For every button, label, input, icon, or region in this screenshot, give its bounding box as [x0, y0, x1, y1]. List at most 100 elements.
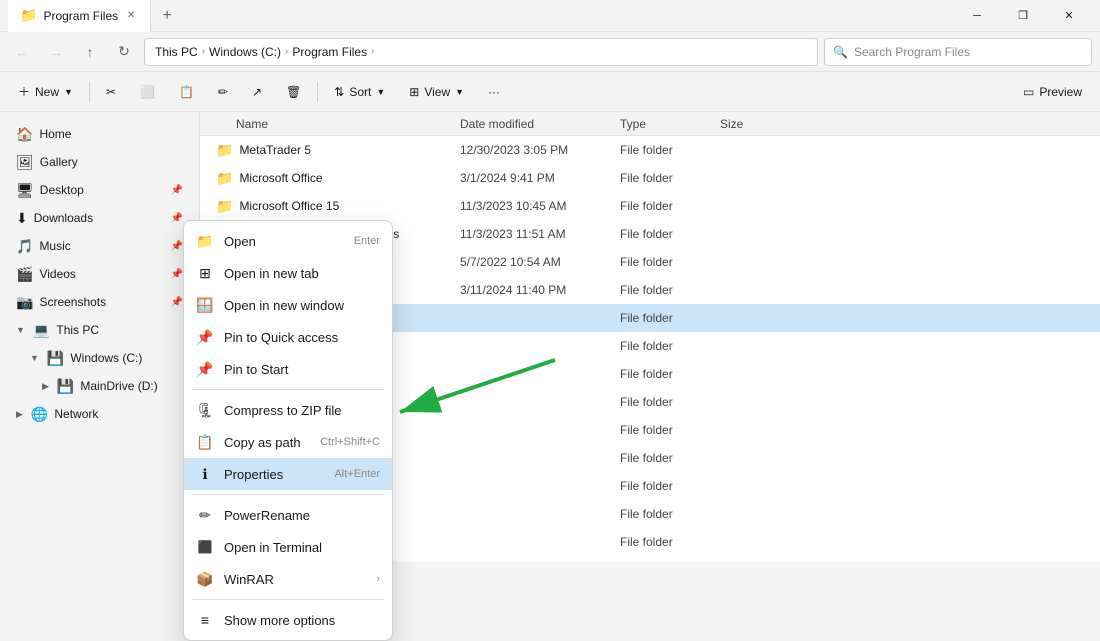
toolbar: ＋ New ▼ ✂ ⬜ 📋 ✏ ↗ 🗑 ⇅ Sort ▼ ⊞ View ▼ ··… — [0, 72, 1100, 112]
tab-close-button[interactable]: ✕ — [124, 9, 138, 23]
rename-button[interactable]: ✏ — [208, 77, 238, 107]
ctx-properties[interactable]: ℹ Properties Alt+Enter — [184, 458, 392, 490]
winrar-icon: 📦 — [196, 570, 214, 588]
new-icon: ＋ — [18, 83, 30, 100]
compress-icon: 🗜 — [196, 401, 214, 419]
ctx-winrar[interactable]: 📦 WinRAR › — [184, 563, 392, 595]
breadcrumb-this-pc[interactable]: This PC — [155, 45, 198, 59]
sidebar-item-downloads[interactable]: ⬇ Downloads 📌 — [4, 204, 195, 232]
pin-start-icon: 📌 — [196, 360, 214, 378]
delete-button[interactable]: 🗑 — [276, 77, 311, 107]
more-button[interactable]: ··· — [478, 77, 510, 107]
paste-button[interactable]: 📋 — [169, 77, 204, 107]
ctx-show-more-label: Show more options — [224, 613, 380, 628]
ctx-show-more[interactable]: ≡ Show more options — [184, 604, 392, 636]
breadcrumb-windows-c[interactable]: Windows (C:) — [209, 45, 281, 59]
ctx-open-new-tab[interactable]: ⊞ Open in new tab — [184, 257, 392, 289]
sidebar-item-maindrive[interactable]: ▶ 💾 MainDrive (D:) — [4, 372, 195, 400]
copy-button[interactable]: ⬜ — [130, 77, 165, 107]
search-placeholder: Search Program Files — [854, 45, 970, 59]
maindrive-icon: 💾 — [57, 378, 74, 395]
breadcrumb-sep-3: › — [371, 46, 374, 57]
sidebar-item-videos[interactable]: 🎬 Videos 📌 — [4, 260, 195, 288]
open-new-window-icon: 🪟 — [196, 296, 214, 314]
column-name[interactable]: Name — [200, 117, 460, 131]
close-button[interactable]: ✕ — [1046, 0, 1092, 32]
maximize-button[interactable]: ❐ — [1000, 0, 1046, 32]
view-button[interactable]: ⊞ View ▼ — [399, 77, 474, 107]
preview-icon: ▭ — [1023, 85, 1034, 99]
ctx-sep-3 — [192, 599, 384, 600]
table-row[interactable]: 📁Microsoft Office 15 11/3/2023 10:45 AM … — [200, 192, 1100, 220]
ctx-pin-quick-label: Pin to Quick access — [224, 330, 380, 345]
sidebar-item-screenshots[interactable]: 📷 Screenshots 📌 — [4, 288, 195, 316]
ctx-open-terminal[interactable]: ⬛ Open in Terminal — [184, 531, 392, 563]
ctx-compress-label: Compress to ZIP file — [224, 403, 380, 418]
column-type[interactable]: Type — [620, 117, 720, 131]
breadcrumb-program-files[interactable]: Program Files — [292, 45, 367, 59]
copy-path-icon: 📋 — [196, 433, 214, 451]
power-rename-icon: ✏ — [196, 506, 214, 524]
home-icon: 🏠 — [16, 126, 33, 143]
new-label: New — [35, 85, 59, 99]
cut-button[interactable]: ✂ — [96, 77, 126, 107]
sidebar-item-network[interactable]: ▶ 🌐 Network — [4, 400, 195, 428]
ctx-power-rename[interactable]: ✏ PowerRename — [184, 499, 392, 531]
music-icon: 🎵 — [16, 238, 33, 255]
terminal-icon: ⬛ — [196, 538, 214, 556]
column-date[interactable]: Date modified — [460, 117, 620, 131]
forward-button[interactable]: → — [42, 38, 70, 66]
sort-icon: ⇅ — [334, 85, 344, 99]
sidebar-item-label-screenshots: Screenshots — [39, 295, 106, 309]
new-tab-button[interactable]: + — [151, 0, 183, 32]
new-button[interactable]: ＋ New ▼ — [8, 77, 83, 107]
search-bar[interactable]: 🔍 Search Program Files — [824, 38, 1092, 66]
table-row[interactable]: 📁Microsoft Office 3/1/2024 9:41 PM File … — [200, 164, 1100, 192]
column-size[interactable]: Size — [720, 117, 800, 131]
sidebar-item-gallery[interactable]: 🖼 Gallery — [4, 148, 195, 176]
window-controls: ─ ❐ ✕ — [954, 0, 1092, 32]
preview-button[interactable]: ▭ Preview — [1013, 77, 1092, 107]
breadcrumb-sep-1: › — [202, 46, 205, 57]
sort-button[interactable]: ⇅ Sort ▼ — [324, 77, 395, 107]
sidebar-item-music[interactable]: 🎵 Music 📌 — [4, 232, 195, 260]
ctx-open-new-window[interactable]: 🪟 Open in new window — [184, 289, 392, 321]
back-button[interactable]: ← — [8, 38, 36, 66]
breadcrumb-sep-2: › — [285, 46, 288, 57]
table-row[interactable]: 📁MetaTrader 5 12/30/2023 3:05 PM File fo… — [200, 136, 1100, 164]
view-dropdown-icon: ▼ — [455, 87, 464, 97]
sidebar-item-desktop[interactable]: 🖥 Desktop 📌 — [4, 176, 195, 204]
ctx-power-rename-label: PowerRename — [224, 508, 380, 523]
view-label: View — [424, 85, 450, 99]
ctx-compress[interactable]: 🗜 Compress to ZIP file — [184, 394, 392, 426]
ctx-properties-shortcut: Alt+Enter — [334, 468, 380, 480]
breadcrumb-bar[interactable]: This PC › Windows (C:) › Program Files › — [144, 38, 818, 66]
minimize-button[interactable]: ─ — [954, 0, 1000, 32]
sidebar-item-home[interactable]: 🏠 Home — [4, 120, 195, 148]
expand-icon-network: ▶ — [16, 409, 23, 420]
sidebar-item-windows-c[interactable]: ▼ 💾 Windows (C:) — [4, 344, 195, 372]
up-button[interactable]: ↑ — [76, 38, 104, 66]
share-button[interactable]: ↗ — [242, 77, 272, 107]
tab-program-files[interactable]: 📁 Program Files ✕ — [8, 0, 151, 32]
pin-icon-4: 📌 — [171, 269, 183, 280]
more-icon: ··· — [488, 85, 500, 99]
sort-dropdown-icon: ▼ — [376, 87, 385, 97]
sidebar-item-this-pc[interactable]: ▼ 💻 This PC — [4, 316, 195, 344]
ctx-pin-quick-access[interactable]: 📌 Pin to Quick access — [184, 321, 392, 353]
refresh-button[interactable]: ↻ — [110, 38, 138, 66]
ctx-winrar-label: WinRAR — [224, 572, 366, 587]
folder-icon: 📁 — [216, 198, 233, 215]
ctx-copy-path[interactable]: 📋 Copy as path Ctrl+Shift+C — [184, 426, 392, 458]
folder-icon: 📁 — [216, 142, 233, 159]
sidebar-item-label-maindrive: MainDrive (D:) — [80, 379, 157, 393]
new-dropdown-icon: ▼ — [64, 87, 73, 97]
pin-quick-icon: 📌 — [196, 328, 214, 346]
properties-icon: ℹ — [196, 465, 214, 483]
pin-icon-3: 📌 — [171, 241, 183, 252]
ctx-open[interactable]: 📁 Open Enter — [184, 225, 392, 257]
ctx-pin-start[interactable]: 📌 Pin to Start — [184, 353, 392, 385]
downloads-icon: ⬇ — [16, 210, 28, 227]
cut-icon: ✂ — [106, 85, 116, 99]
context-menu: 📁 Open Enter ⊞ Open in new tab 🪟 Open in… — [183, 220, 393, 641]
